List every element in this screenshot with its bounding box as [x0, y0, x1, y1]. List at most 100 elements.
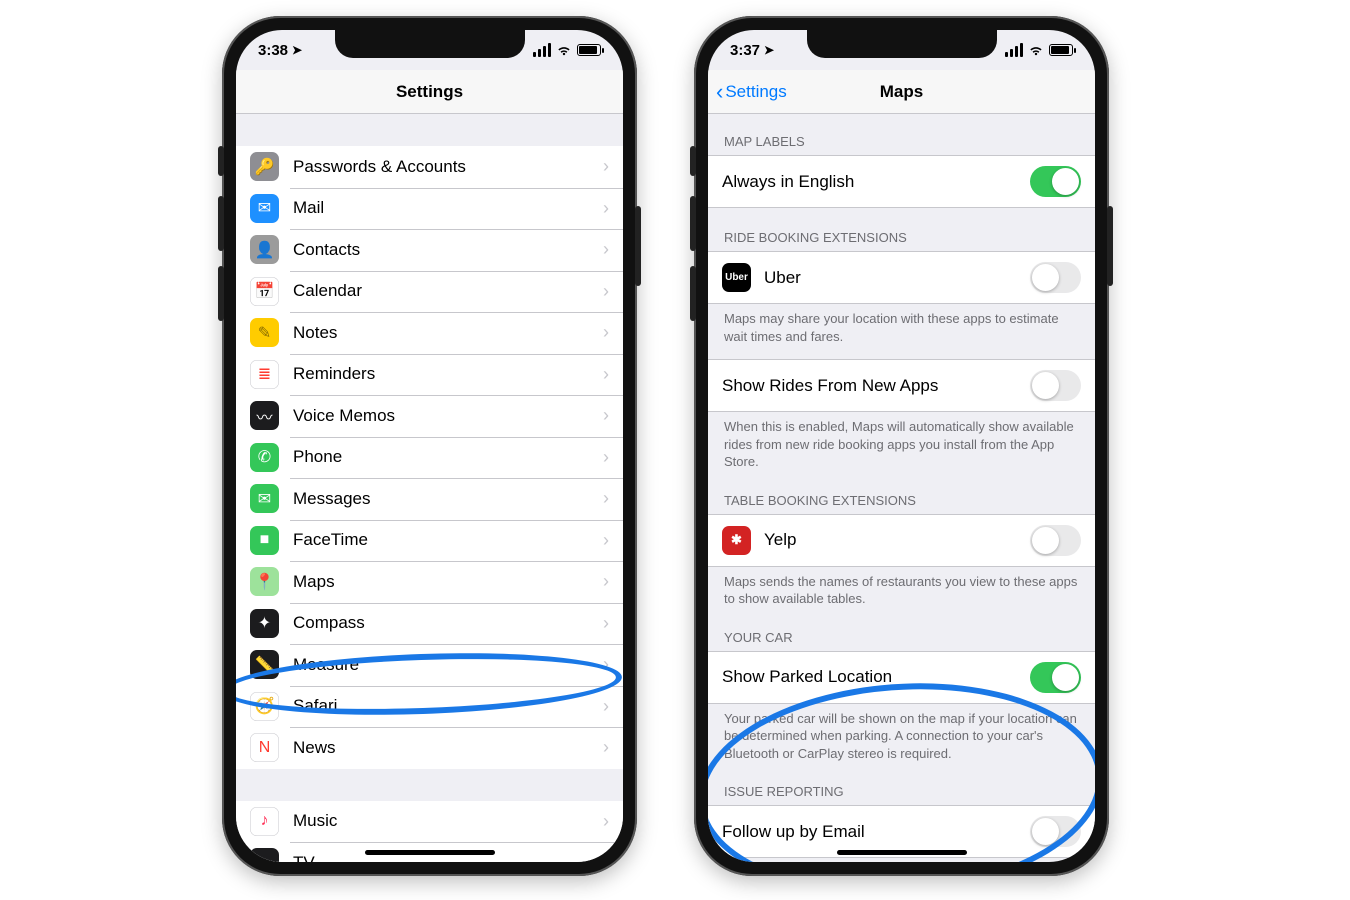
phone-frame-right: 3:37 ➤ ‹ Settings Maps MAP LABELS Always…: [694, 16, 1109, 876]
voice-memos-icon: 〰: [250, 401, 279, 430]
section-header-issue-reporting: ISSUE REPORTING: [708, 762, 1095, 805]
section-header-map-labels: MAP LABELS: [708, 114, 1095, 155]
toggle-show-rides[interactable]: [1030, 370, 1081, 401]
screen-right: 3:37 ➤ ‹ Settings Maps MAP LABELS Always…: [708, 30, 1095, 862]
home-indicator[interactable]: [365, 850, 495, 855]
settings-row-voice-memos[interactable]: 〰 Voice Memos›: [236, 395, 623, 437]
yelp-icon: ✱: [722, 526, 751, 555]
chevron-right-icon: ›: [603, 405, 609, 426]
settings-row-contacts[interactable]: 👤 Contacts›: [236, 229, 623, 271]
chevron-right-icon: ›: [603, 530, 609, 551]
notch: [807, 30, 997, 58]
row-label: Maps: [293, 572, 603, 592]
toggle-show-parked-location[interactable]: [1030, 662, 1081, 693]
chevron-right-icon: ›: [603, 239, 609, 260]
chevron-right-icon: ›: [603, 488, 609, 509]
row-show-parked-location[interactable]: Show Parked Location: [708, 651, 1095, 704]
battery-icon: [577, 44, 601, 56]
facetime-icon: ■: [250, 526, 279, 555]
location-arrow-icon: ➤: [764, 43, 774, 57]
settings-row-reminders[interactable]: ≣Reminders›: [236, 354, 623, 396]
section-footer-show-rides: When this is enabled, Maps will automati…: [708, 412, 1095, 471]
settings-row-calendar[interactable]: 📅Calendar›: [236, 271, 623, 313]
uber-icon: Uber: [722, 263, 751, 292]
measure-icon: 📏: [250, 650, 279, 679]
settings-row-compass[interactable]: ✦Compass›: [236, 603, 623, 645]
side-button: [218, 266, 224, 321]
row-label: Always in English: [722, 172, 1030, 192]
home-indicator[interactable]: [837, 850, 967, 855]
passwords-accounts-icon: 🔑: [250, 152, 279, 181]
row-uber[interactable]: Uber Uber: [708, 251, 1095, 304]
back-label: Settings: [725, 82, 786, 102]
side-button: [635, 206, 641, 286]
calendar-icon: 📅: [250, 277, 279, 306]
row-label: Voice Memos: [293, 406, 603, 426]
chevron-right-icon: ›: [603, 654, 609, 675]
row-label: Messages: [293, 489, 603, 509]
row-label: Follow up by Email: [722, 822, 1030, 842]
row-label: FaceTime: [293, 530, 603, 550]
row-label: Reminders: [293, 364, 603, 384]
settings-row-measure[interactable]: 📏 Measure›: [236, 644, 623, 686]
status-time: 3:38: [258, 42, 288, 59]
settings-row-news[interactable]: NNews›: [236, 727, 623, 769]
settings-row-messages[interactable]: ✉Messages›: [236, 478, 623, 520]
chevron-right-icon: ›: [603, 737, 609, 758]
row-label: Contacts: [293, 240, 603, 260]
toggle-follow-up-email[interactable]: [1030, 816, 1081, 847]
row-label: Music: [293, 811, 603, 831]
chevron-right-icon: ›: [603, 613, 609, 634]
side-button: [1107, 206, 1113, 286]
toggle-uber[interactable]: [1030, 262, 1081, 293]
row-label: Yelp: [764, 530, 1030, 550]
nav-header: ‹ Settings Maps: [708, 70, 1095, 114]
settings-row-safari[interactable]: 🧭Safari›: [236, 686, 623, 728]
location-arrow-icon: ➤: [292, 43, 302, 57]
cellular-signal-icon: [533, 43, 551, 57]
row-label: Measure: [293, 655, 603, 675]
settings-row-phone[interactable]: ✆Phone›: [236, 437, 623, 479]
row-label: Show Parked Location: [722, 667, 1030, 687]
row-always-in-english[interactable]: Always in English: [708, 155, 1095, 208]
wifi-icon: [1028, 44, 1044, 56]
section-header-ride-booking: RIDE BOOKING EXTENSIONS: [708, 208, 1095, 251]
toggle-always-in-english[interactable]: [1030, 166, 1081, 197]
phone-icon: ✆: [250, 443, 279, 472]
section-footer-your-car: Your parked car will be shown on the map…: [708, 704, 1095, 763]
compass-icon: ✦: [250, 609, 279, 638]
settings-row-passwords-accounts[interactable]: 🔑Passwords & Accounts›: [236, 146, 623, 188]
section-footer-ride-booking: Maps may share your location with these …: [708, 304, 1095, 345]
settings-row-maps[interactable]: 📍Maps›: [236, 561, 623, 603]
chevron-right-icon: ›: [603, 696, 609, 717]
nav-header: Settings: [236, 70, 623, 114]
settings-row-facetime[interactable]: ■ FaceTime›: [236, 520, 623, 562]
section-footer-table-booking: Maps sends the names of restaurants you …: [708, 567, 1095, 608]
row-yelp[interactable]: ✱ Yelp: [708, 514, 1095, 567]
contacts-icon: 👤: [250, 235, 279, 264]
row-label: Passwords & Accounts: [293, 157, 603, 177]
chevron-right-icon: ›: [603, 811, 609, 832]
content-maps-settings[interactable]: MAP LABELS Always in English RIDE BOOKIN…: [708, 114, 1095, 862]
row-label: Notes: [293, 323, 603, 343]
battery-icon: [1049, 44, 1073, 56]
row-label: Uber: [764, 268, 1030, 288]
side-button: [690, 266, 696, 321]
settings-row-music[interactable]: ♪ Music›: [236, 801, 623, 843]
tv-icon: ▶: [250, 848, 279, 862]
section-header-table-booking: TABLE BOOKING EXTENSIONS: [708, 471, 1095, 514]
chevron-right-icon: ›: [603, 198, 609, 219]
toggle-yelp[interactable]: [1030, 525, 1081, 556]
reminders-icon: ≣: [250, 360, 279, 389]
back-button[interactable]: ‹ Settings: [716, 70, 787, 113]
row-show-rides-new-apps[interactable]: Show Rides From New Apps: [708, 359, 1095, 412]
settings-row-mail[interactable]: ✉Mail›: [236, 188, 623, 230]
page-title: Settings: [396, 82, 463, 102]
screen-left: 3:38 ➤ Settings 🔑Passwords & Accounts›✉M…: [236, 30, 623, 862]
music-icon: ♪: [250, 807, 279, 836]
row-label: Show Rides From New Apps: [722, 376, 1030, 396]
content-settings-list[interactable]: 🔑Passwords & Accounts›✉Mail›👤Contacts›📅C…: [236, 114, 623, 862]
row-label: Mail: [293, 198, 603, 218]
settings-row-notes[interactable]: ✎Notes›: [236, 312, 623, 354]
chevron-right-icon: ›: [603, 852, 609, 862]
